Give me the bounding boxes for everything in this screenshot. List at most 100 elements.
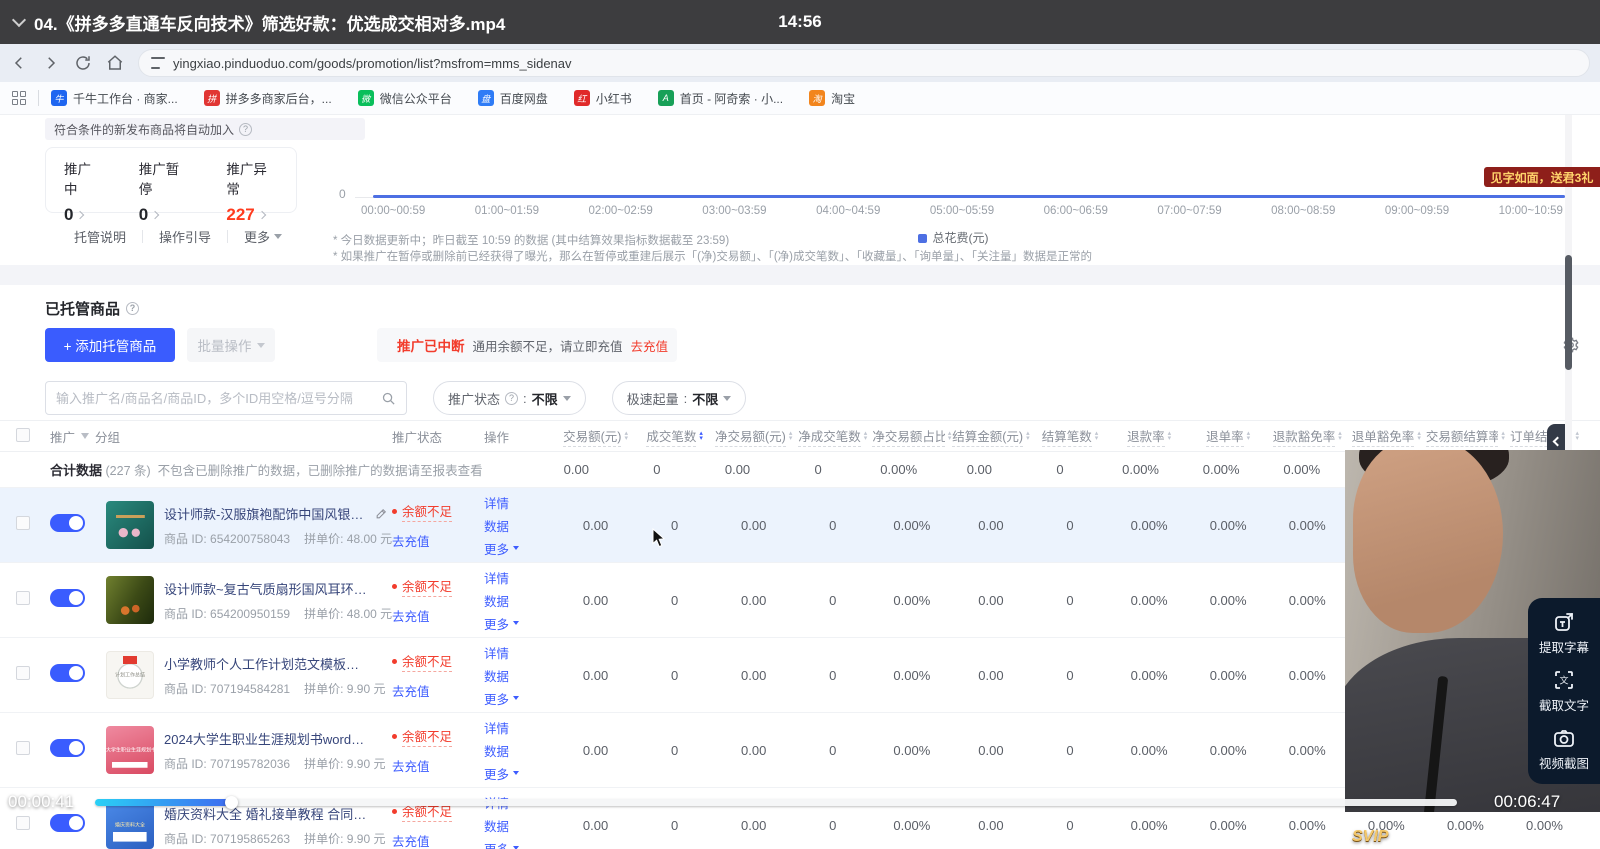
column-header[interactable]: 退单豁免率 <box>1347 426 1426 447</box>
url-bar[interactable]: yingxiao.pinduoduo.com/goods/promotion/l… <box>138 49 1590 77</box>
sort-carets-icon[interactable] <box>1338 431 1342 441</box>
extract-subtitles-button[interactable]: 提取字幕 <box>1539 610 1589 656</box>
help-icon[interactable] <box>239 123 252 136</box>
detail-link[interactable]: 详情 <box>484 493 556 512</box>
column-header-promotion[interactable]: 推广 分组 <box>50 427 392 446</box>
help-icon[interactable] <box>126 302 139 315</box>
back-icon[interactable] <box>10 54 28 72</box>
search-input[interactable] <box>56 391 381 406</box>
sort-carets-icon[interactable] <box>1417 431 1421 441</box>
column-header[interactable]: 结算笔数 <box>1030 426 1109 447</box>
video-screenshot-button[interactable]: 视频截图 <box>1539 726 1589 772</box>
data-link[interactable]: 数据 <box>484 741 556 760</box>
data-link[interactable]: 数据 <box>484 816 556 835</box>
hosting-guide-link[interactable]: 托管说明 <box>74 227 126 246</box>
more-link[interactable]: 更多 <box>244 227 282 246</box>
column-header[interactable]: 净交易额(元) <box>714 426 793 447</box>
row-checkbox[interactable] <box>16 591 30 605</box>
operation-guide-link[interactable]: 操作引导 <box>159 227 211 246</box>
product-title-link[interactable]: 设计师款-汉服旗袍配饰中国风银针壹字耳坠镶... <box>164 504 370 523</box>
sort-carets-icon[interactable] <box>1026 431 1030 441</box>
more-link[interactable]: 更多 <box>484 689 556 708</box>
rapid-boost-filter[interactable]: 极速起量: 不限 <box>612 381 747 415</box>
sort-carets-icon[interactable] <box>624 431 628 441</box>
bookmark-item[interactable]: 微 微信公众平台 <box>358 90 452 107</box>
sort-carets-icon[interactable] <box>1575 431 1579 441</box>
sort-carets-icon[interactable] <box>789 431 793 441</box>
progress-handle[interactable] <box>225 796 238 809</box>
product-title-link[interactable]: 2024大学生职业生涯规划书word模板范文工作... <box>164 729 370 748</box>
column-header[interactable]: 交易额结算率 <box>1426 426 1505 447</box>
bookmark-item[interactable]: 红 小红书 <box>574 90 632 107</box>
column-header[interactable]: 净成交笔数 <box>793 426 872 447</box>
sort-carets-icon[interactable] <box>699 431 703 441</box>
promotion-toggle[interactable] <box>50 514 85 532</box>
more-link[interactable]: 更多 <box>484 839 556 849</box>
promotion-toggle[interactable] <box>50 589 85 607</box>
detail-link[interactable]: 详情 <box>484 643 556 662</box>
stat-value[interactable]: 0 <box>139 205 191 225</box>
recharge-link[interactable]: 去充值 <box>392 681 430 700</box>
data-link[interactable]: 数据 <box>484 591 556 610</box>
sort-carets-icon[interactable] <box>1168 431 1172 441</box>
row-checkbox[interactable] <box>16 741 30 755</box>
promotion-toggle[interactable] <box>50 739 85 757</box>
reload-icon[interactable] <box>74 54 92 72</box>
capture-text-button[interactable]: 文 截取文字 <box>1539 668 1589 714</box>
recharge-link[interactable]: 去充值 <box>392 831 430 849</box>
more-link[interactable]: 更多 <box>484 764 556 783</box>
column-header[interactable]: 退单率 <box>1189 426 1268 447</box>
data-link[interactable]: 数据 <box>484 666 556 685</box>
column-header[interactable]: 退款豁免率 <box>1268 426 1347 447</box>
filter-funnel-icon[interactable] <box>81 433 89 439</box>
sort-carets-icon[interactable] <box>1095 431 1099 441</box>
more-link[interactable]: 更多 <box>484 539 556 558</box>
row-checkbox[interactable] <box>16 816 30 830</box>
bookmark-item[interactable]: 牛 千牛工作台 · 商家... <box>51 90 178 107</box>
promotion-toggle[interactable] <box>50 664 85 682</box>
bookmark-item[interactable]: 淘 淘宝 <box>809 90 855 107</box>
product-title-link[interactable]: 小学教师个人工作计划范文模板英语语文数学... <box>164 654 370 673</box>
forward-icon[interactable] <box>42 54 60 72</box>
progress-track[interactable] <box>95 799 1457 806</box>
home-icon[interactable] <box>106 54 124 72</box>
batch-operation-button[interactable]: 批量操作 <box>187 328 275 362</box>
column-header[interactable]: 订单结算率 <box>1505 426 1584 447</box>
scrollbar-thumb[interactable] <box>1565 255 1572 370</box>
sort-carets-icon[interactable] <box>1247 431 1251 441</box>
stat-value[interactable]: 227 <box>226 205 278 225</box>
select-all-checkbox[interactable] <box>16 428 30 442</box>
bookmark-item[interactable]: 盘 百度网盘 <box>478 90 548 107</box>
metric-value: 0.00 <box>697 462 778 477</box>
row-checkbox[interactable] <box>16 516 30 530</box>
recharge-link[interactable]: 去充值 <box>392 531 430 550</box>
detail-link[interactable]: 详情 <box>484 568 556 587</box>
column-header[interactable]: 成交笔数 <box>635 426 714 447</box>
column-header[interactable]: 交易额(元) <box>556 426 635 447</box>
bookmark-item[interactable]: 拼 拼多多商家后台，... <box>204 90 332 107</box>
column-header[interactable]: 退款率 <box>1110 426 1189 447</box>
column-header[interactable]: 净交易额占比 <box>872 426 951 447</box>
promo-banner[interactable]: 见字如面，送君3礼 <box>1484 167 1600 187</box>
search-icon[interactable] <box>381 391 396 406</box>
site-settings-icon[interactable] <box>151 57 165 69</box>
add-managed-goods-button[interactable]: + 添加托管商品 <box>45 328 175 362</box>
product-title-link[interactable]: 婚庆资料大全 婚礼接单教程 合同表格 婚礼策划... <box>164 804 370 823</box>
recharge-link[interactable]: 去充值 <box>392 606 430 625</box>
more-link[interactable]: 更多 <box>484 614 556 633</box>
product-title-link[interactable]: 设计师款~复古气质扇形国风耳环女民族风耳饰... <box>164 579 370 598</box>
promotion-status-filter[interactable]: 推广状态: 不限 <box>433 381 586 415</box>
recharge-link[interactable]: 去充值 <box>631 336 669 355</box>
promotion-toggle[interactable] <box>50 814 85 832</box>
recharge-link[interactable]: 去充值 <box>392 756 430 775</box>
row-checkbox[interactable] <box>16 666 30 680</box>
apps-grid-icon[interactable] <box>12 91 26 105</box>
column-header[interactable]: 结算金额(元) <box>951 426 1030 447</box>
sort-carets-icon[interactable] <box>864 431 868 441</box>
data-link[interactable]: 数据 <box>484 516 556 535</box>
bookmark-item[interactable]: A 首页 - 阿奇索 · 小... <box>658 90 783 107</box>
stat-value[interactable]: 0 <box>64 205 103 225</box>
detail-link[interactable]: 详情 <box>484 718 556 737</box>
collapse-chevron-icon[interactable] <box>12 13 26 27</box>
edit-pencil-icon[interactable] <box>375 507 388 520</box>
